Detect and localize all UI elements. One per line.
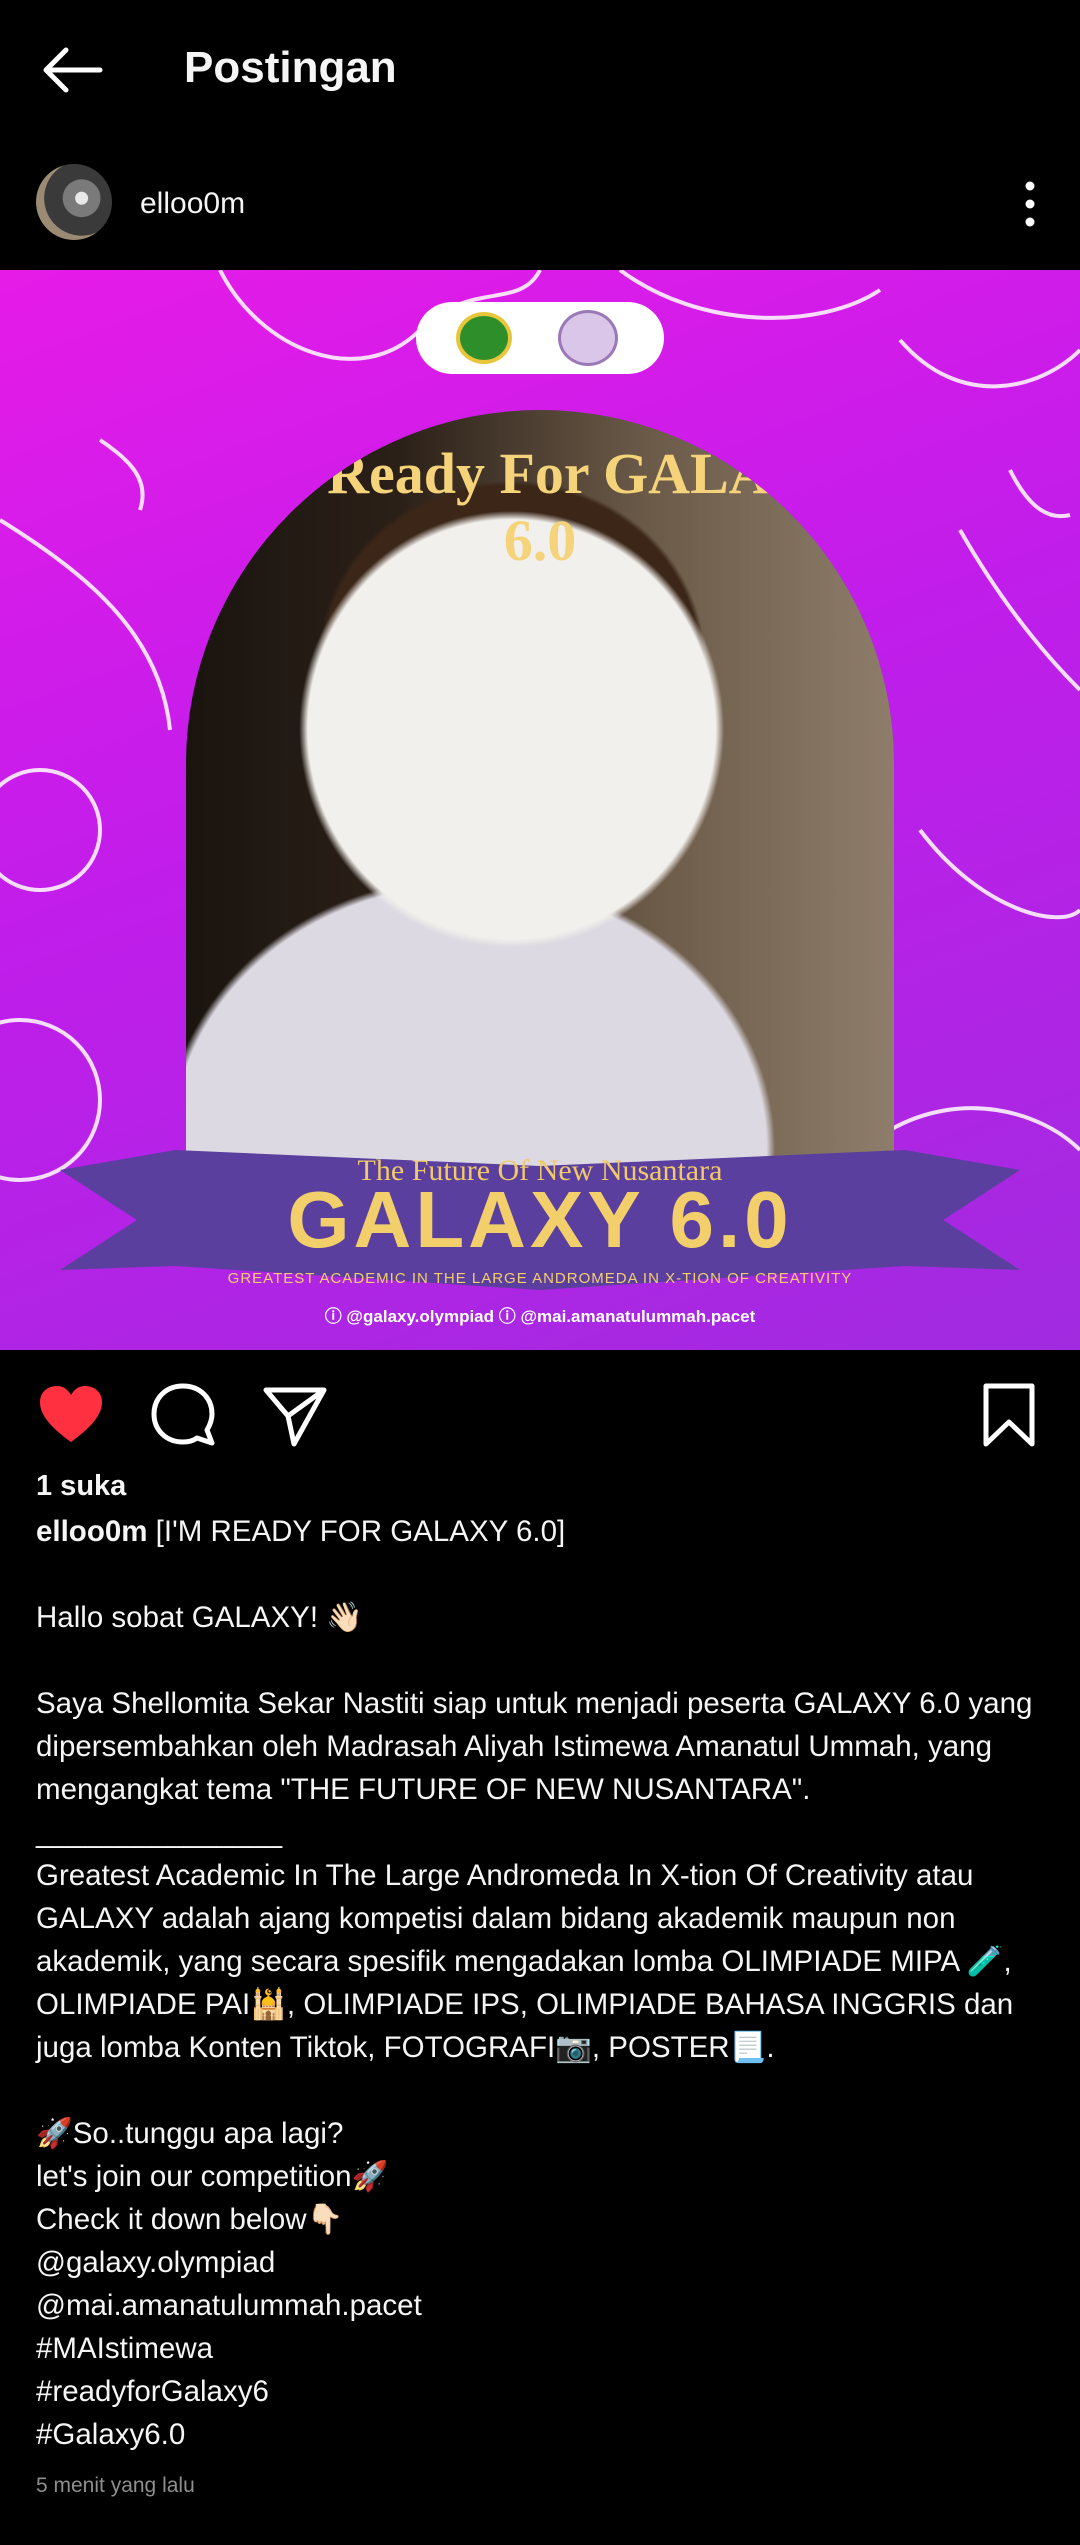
post-username[interactable]: elloo0m bbox=[140, 184, 245, 224]
page-title: Postingan bbox=[184, 43, 397, 92]
caption-username[interactable]: elloo0m bbox=[36, 1515, 147, 1548]
ribbon-title: GALAXY 6.0 bbox=[287, 1175, 793, 1264]
likes-count[interactable]: 1 suka bbox=[36, 1468, 126, 1504]
more-options-icon[interactable] bbox=[1010, 176, 1050, 232]
post-header: elloo0m bbox=[0, 150, 1080, 260]
galaxy-logo-icon bbox=[558, 310, 618, 366]
like-heart-icon[interactable] bbox=[36, 1380, 106, 1450]
post-caption: elloo0m [I'M READY FOR GALAXY 6.0] Hallo… bbox=[36, 1510, 1046, 2456]
post-timestamp: 5 menit yang lalu bbox=[36, 2474, 195, 2497]
caption-text: [I'M READY FOR GALAXY 6.0] Hallo sobat G… bbox=[36, 1515, 1033, 2451]
ribbon-subtitle: GREATEST ACADEMIC IN THE LARGE ANDROMEDA… bbox=[227, 1270, 853, 1287]
top-bar: Postingan bbox=[0, 0, 1080, 135]
post-actions bbox=[0, 1370, 1080, 1470]
sponsor-logos bbox=[416, 302, 664, 374]
post-image[interactable]: I'm Ready For GALAXY 6.0 The Future Of N… bbox=[0, 270, 1080, 1350]
back-arrow-icon[interactable] bbox=[36, 40, 106, 100]
avatar[interactable] bbox=[36, 164, 112, 240]
bookmark-icon[interactable] bbox=[974, 1380, 1044, 1450]
comment-icon[interactable] bbox=[148, 1380, 218, 1450]
ribbon-banner: The Future Of New Nusantara GALAXY 6.0 G… bbox=[60, 1110, 1020, 1310]
school-logo-icon bbox=[456, 312, 512, 364]
image-headline: I'm Ready For GALAXY 6.0 bbox=[225, 441, 855, 573]
image-social-handles: ⓘ @galaxy.olympiad ⓘ @mai.amanatulummah.… bbox=[324, 1307, 756, 1326]
share-send-icon[interactable] bbox=[260, 1380, 330, 1450]
